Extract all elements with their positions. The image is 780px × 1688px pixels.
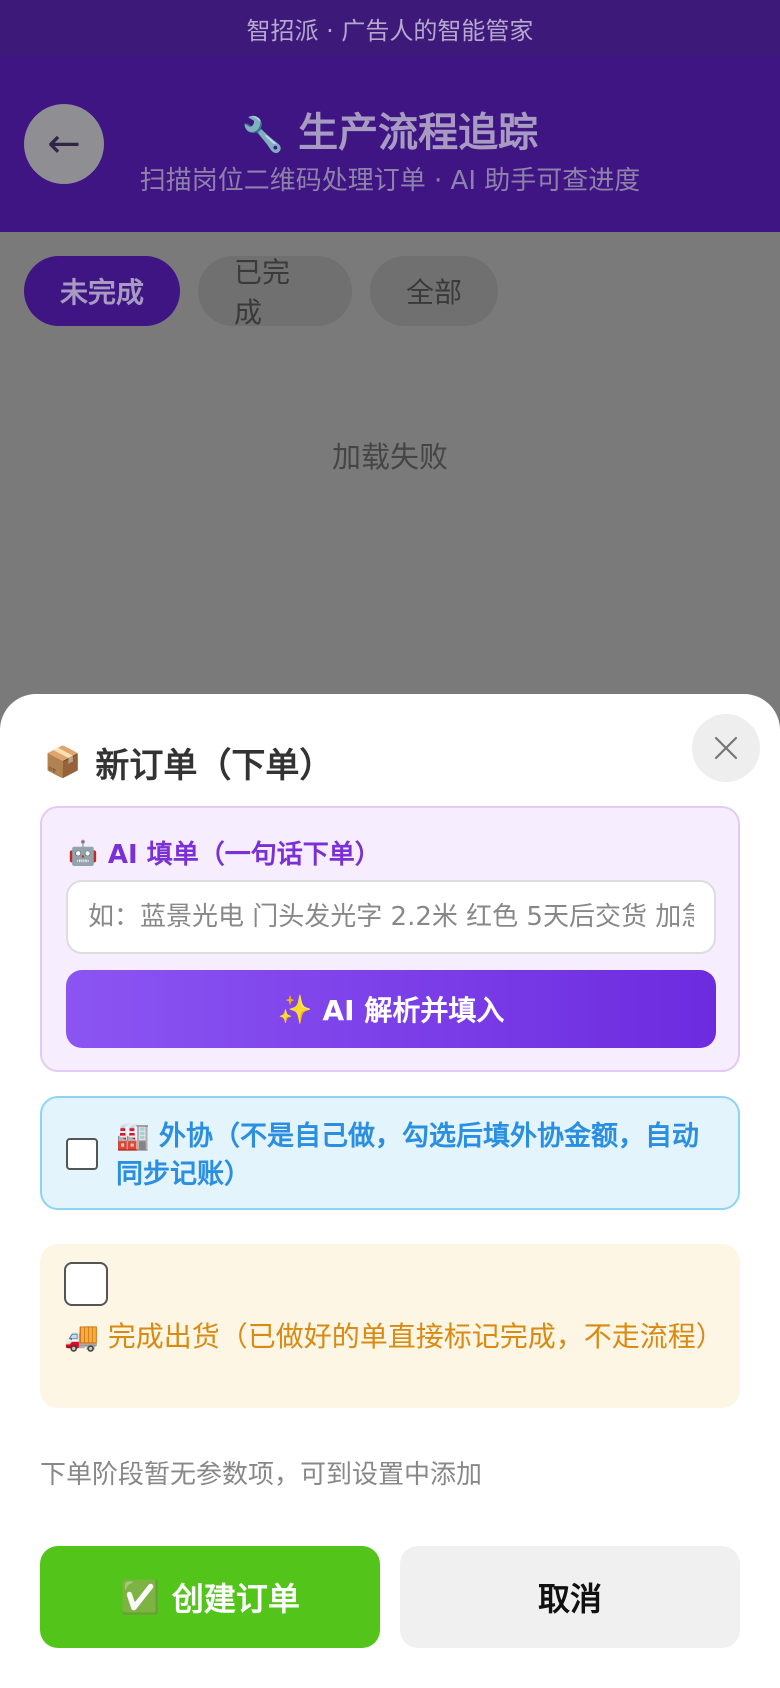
ai-fill-label: 🤖 AI 填单（一句话下单） (68, 834, 381, 871)
page-subtitle: 扫描岗位二维码处理订单 · AI 助手可查进度 (139, 166, 641, 196)
cancel-button[interactable]: 取消 (400, 1546, 740, 1648)
ai-parse-button[interactable]: ✨ AI 解析并填入 (66, 970, 716, 1048)
create-order-label: 创建订单 (171, 1580, 300, 1618)
truck-icon: 🚚 (64, 1320, 99, 1353)
check-mark-icon: ✅ (120, 1578, 160, 1616)
wrench-icon: 🔧 (241, 115, 285, 155)
close-button[interactable] (692, 714, 760, 782)
ai-fill-card: 🤖 AI 填单（一句话下单） ✨ AI 解析并填入 (40, 806, 740, 1072)
app-banner-text: 智招派 · 广告人的智能管家 (246, 16, 534, 45)
tab-all[interactable]: 全部 (370, 256, 498, 326)
outsource-option[interactable]: 🏭 外协（不是自己做，勾选后填外协金额，自动同步记账） (40, 1096, 740, 1210)
close-icon (714, 736, 738, 760)
page-header: ← 🔧 生产流程追踪 扫描岗位二维码处理订单 · AI 助手可查进度 (0, 56, 780, 232)
ai-fill-label-text: AI 填单（一句话下单） (107, 840, 381, 870)
package-icon: 📦 (44, 745, 82, 780)
tab-incomplete[interactable]: 未完成 (24, 256, 180, 326)
ship-complete-label: 🚚 完成出货（已做好的单直接标记完成，不走流程） (64, 1318, 724, 1356)
ship-complete-option[interactable]: 🚚 完成出货（已做好的单直接标记完成，不走流程） (40, 1244, 740, 1408)
ai-order-input[interactable] (66, 880, 716, 954)
outsource-checkbox[interactable] (66, 1138, 98, 1170)
ai-parse-button-label: AI 解析并填入 (322, 994, 505, 1027)
app-banner: 智招派 · 广告人的智能管家 (0, 0, 780, 56)
page-title-text: 生产流程追踪 (298, 110, 539, 156)
create-order-button[interactable]: ✅ 创建订单 (40, 1546, 380, 1648)
page-title: 🔧 生产流程追踪 (0, 100, 780, 158)
status-tabs: 未完成 已完成 全部 (24, 256, 498, 329)
load-status: 加载失败 (331, 440, 448, 474)
sheet-title: 📦 新订单（下单） (44, 738, 333, 787)
sheet-title-text: 新订单（下单） (95, 746, 334, 786)
new-order-sheet: 📦 新订单（下单） 🤖 AI 填单（一句话下单） ✨ AI 解析并填入 🏭 外协… (0, 694, 780, 1688)
tab-completed[interactable]: 已完成 (198, 256, 352, 329)
params-hint: 下单阶段暂无参数项，可到设置中添加 (40, 1460, 483, 1490)
ship-complete-label-text: 完成出货（已做好的单直接标记完成，不走流程） (107, 1320, 724, 1353)
sparkles-icon: ✨ (277, 992, 313, 1026)
outsource-label: 🏭 外协（不是自己做，勾选后填外协金额，自动同步记账） (116, 1118, 726, 1194)
factory-icon: 🏭 (116, 1121, 150, 1152)
robot-icon: 🤖 (68, 838, 98, 867)
outsource-label-text: 外协（不是自己做，勾选后填外协金额，自动同步记账） (116, 1121, 700, 1190)
ship-complete-checkbox[interactable] (64, 1262, 108, 1306)
